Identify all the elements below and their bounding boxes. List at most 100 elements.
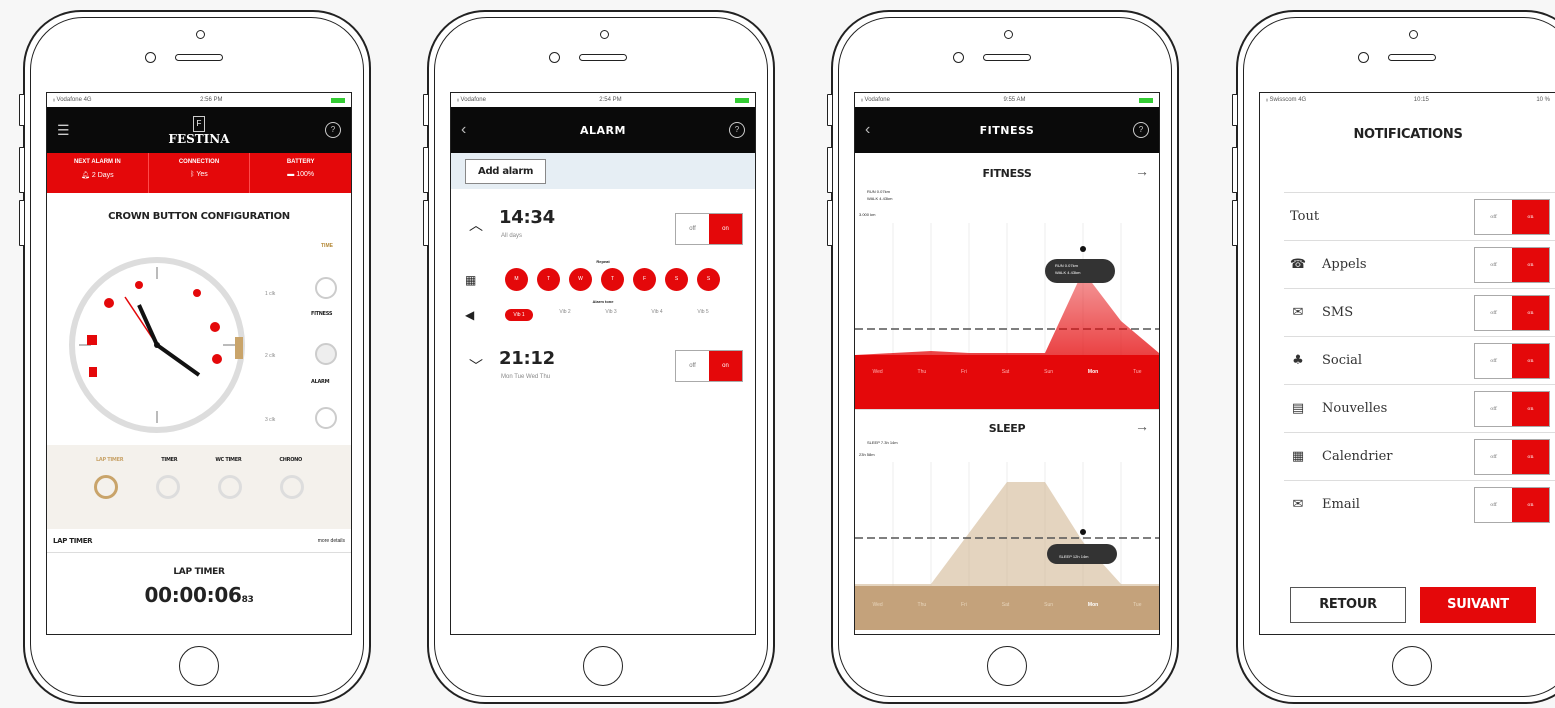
menu-icon[interactable]: ☰ (57, 122, 70, 139)
status-time: 2:54 PM (599, 97, 622, 103)
bell-icon: 🔔︎ (81, 172, 92, 179)
brand-name: FESTINA (168, 132, 230, 146)
home-button[interactable] (179, 646, 219, 686)
click1-count: 1 clk (265, 291, 276, 297)
mode-lap-timer[interactable]: LAP TIMER (96, 457, 124, 463)
alarm1-toggle[interactable]: off on (675, 213, 743, 245)
timer-icon[interactable] (156, 475, 180, 499)
tone-options: Vib 1 Vib 2 Vib 3 Vib 4 Vib 5 (505, 309, 717, 321)
notif-toggle-all[interactable]: off on (1474, 198, 1550, 235)
click3-count: 3 clk (265, 417, 276, 423)
mode-wc-timer[interactable]: WC TIMER (215, 457, 241, 463)
notif-toggle-news[interactable]: off on (1474, 390, 1550, 427)
tone-option[interactable]: Vib 5 (689, 309, 717, 321)
status-time: 9:55 AM (1003, 97, 1026, 103)
day-label: Tue (1133, 602, 1142, 608)
day-toggle[interactable]: F (633, 268, 656, 291)
mode-chrono[interactable]: CHRONO (279, 457, 302, 463)
document-icon: ▤ (1291, 401, 1305, 416)
notif-toggle-sms[interactable]: off on (1474, 294, 1550, 331)
day-toggle[interactable]: S (697, 268, 720, 291)
notif-toggle-calls[interactable]: off on (1474, 246, 1550, 283)
fitness-tooltip-walk: WALK 4.43km (1055, 270, 1081, 275)
chrono-icon[interactable] (280, 475, 304, 499)
notif-toggle-email[interactable]: off on (1474, 486, 1550, 523)
speaker (1388, 54, 1436, 61)
sleep-panel: SLEEP → SLEEP 7.3h 14m 23h 58m SLEEP 12h… (855, 410, 1159, 630)
screen: ᵢᵢ Swisscom 4G 10:15 10 % NOTIFICATIONS … (1259, 92, 1555, 635)
status-time: 10:15 (1413, 97, 1429, 103)
sleep-title: SLEEP (988, 422, 1026, 435)
fitness-tooltip-run: RUN 0.07km (1055, 263, 1078, 268)
home-button[interactable] (583, 646, 623, 686)
mode-timer[interactable]: TIMER (161, 457, 177, 463)
fitness-more-arrow-icon[interactable]: → (1135, 163, 1149, 179)
tone-option[interactable]: Vib 3 (597, 309, 625, 321)
alarm2-toggle[interactable]: off on (675, 350, 743, 382)
status-time: 2:56 PM (200, 97, 223, 103)
next-button[interactable]: SUIVANT (1420, 587, 1536, 623)
add-alarm-button[interactable]: Add alarm (465, 158, 547, 184)
sleep-more-arrow-icon[interactable]: → (1135, 418, 1149, 434)
click2-count: 2 clk (265, 353, 276, 359)
day-toggle[interactable]: W (569, 268, 592, 291)
day-toggle[interactable]: T (601, 268, 624, 291)
toggle-on: on (1512, 247, 1549, 282)
help-button[interactable]: ? (1133, 122, 1149, 138)
back-arrow-icon[interactable]: ‹ (461, 121, 466, 139)
status-carrier: ᵢᵢ Swisscom 4G (1266, 97, 1307, 103)
screen: ᵢᵢ Vodafone 9:55 AM ‹ FITNESS ? FITNESS … (854, 92, 1160, 635)
mode-selector: LAP TIMER TIMER WC TIMER CHRONO (47, 445, 351, 529)
screen: ᵢᵢ Vodafone 4G 2:56 PM ☰ F FESTINA ? NEX… (46, 92, 352, 635)
help-button[interactable]: ? (729, 122, 745, 138)
calendar-icon: ▦ (465, 272, 477, 287)
back-button[interactable]: RETOUR (1290, 587, 1406, 623)
notif-label: Calendrier (1322, 449, 1393, 464)
home-button[interactable] (1392, 646, 1432, 686)
day-toggle[interactable]: S (665, 268, 688, 291)
fitness-mode-icon[interactable] (315, 277, 337, 299)
alarm2-days: Mon Tue Wed Thu (501, 374, 551, 380)
notif-toggle-calendar[interactable]: off on (1474, 438, 1550, 475)
day-label: Sun (1044, 602, 1054, 608)
status-bar: ᵢᵢ Vodafone 2:54 PM (451, 93, 755, 107)
fitness-legend-run: RUN 0.07km (867, 189, 890, 194)
lap-timer-icon[interactable] (94, 475, 118, 499)
connection-label: CONNECTION (178, 159, 220, 165)
third-mode-icon[interactable] (315, 407, 337, 429)
envelope-icon: ✉ (1292, 497, 1304, 512)
click1-label: FITNESS (311, 311, 333, 317)
connection-value: Yes (196, 171, 208, 178)
home-button[interactable] (987, 646, 1027, 686)
fitness-chart (855, 223, 1159, 409)
next-alarm-label: NEXT ALARM IN (73, 159, 121, 165)
tone-option[interactable]: Vib 1 (505, 309, 533, 321)
back-arrow-icon[interactable]: ‹ (865, 121, 870, 139)
click2-label: ALARM (311, 379, 330, 385)
tone-option[interactable]: Vib 4 (643, 309, 671, 321)
battery-icon (330, 97, 345, 103)
wc-timer-icon[interactable] (218, 475, 242, 499)
watch-face[interactable] (67, 255, 247, 435)
more-details-link[interactable]: more details (318, 538, 345, 544)
battery-icon (1139, 97, 1153, 103)
page-title: FITNESS (979, 124, 1035, 137)
collapse-chevron-icon[interactable]: ︿ (469, 215, 483, 235)
phone-alarm: ᵢᵢ Vodafone 2:54 PM ‹ ALARM ? Add alarm … (423, 10, 775, 704)
notif-toggle-social[interactable]: off on (1474, 342, 1550, 379)
toggle-on: on (1512, 487, 1549, 522)
expand-chevron-icon[interactable]: ﹀ (469, 356, 483, 376)
tone-option[interactable]: Vib 2 (551, 309, 579, 321)
toggle-off: off (1490, 357, 1497, 364)
timer-fraction: 83 (241, 595, 254, 605)
toggle-on: on (709, 214, 742, 244)
battery-value: 100% (296, 171, 315, 178)
help-button[interactable]: ? (325, 122, 341, 138)
day-toggle[interactable]: M (505, 268, 528, 291)
toggle-on: on (1512, 391, 1549, 426)
alarm1-days: All days (501, 233, 523, 239)
day-toggle[interactable]: T (537, 268, 560, 291)
festina-logo-icon: F (193, 116, 205, 132)
alarm-mode-icon[interactable] (315, 343, 337, 365)
page-title: NOTIFICATIONS (1353, 127, 1463, 142)
